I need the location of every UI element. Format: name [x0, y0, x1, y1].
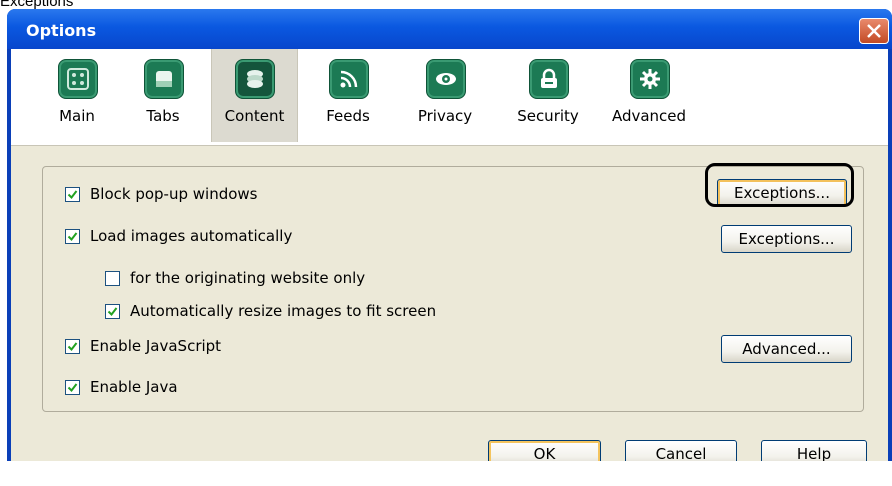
lock-icon — [529, 59, 569, 99]
block-popups-option[interactable]: Block pop-up windows — [65, 183, 258, 205]
tab-main[interactable]: Main — [45, 49, 109, 142]
enable-java-checkbox[interactable] — [65, 379, 80, 395]
originating-site-checkbox[interactable] — [105, 270, 120, 286]
enable-javascript-label: Enable JavaScript — [90, 337, 222, 355]
tab-label: Feeds — [326, 107, 370, 125]
category-toolbar: Main Tabs Content Feeds Privacy Security… — [11, 49, 888, 146]
checkmark-icon — [67, 382, 78, 392]
enable-javascript-option[interactable]: Enable JavaScript — [65, 335, 221, 357]
originating-site-option[interactable]: for the originating website only — [105, 267, 365, 289]
javascript-advanced-button[interactable]: Advanced... — [721, 335, 852, 363]
tab-security[interactable]: Security — [505, 49, 591, 142]
tab-label: Content — [224, 107, 285, 125]
privacy-icon — [426, 59, 466, 99]
enable-javascript-checkbox[interactable] — [65, 338, 80, 354]
tab-content[interactable]: Content — [211, 49, 298, 142]
feeds-icon — [329, 59, 369, 99]
enable-java-label: Enable Java — [90, 378, 178, 396]
close-button[interactable] — [859, 18, 889, 44]
load-images-checkbox[interactable] — [65, 228, 80, 244]
block-popups-checkbox[interactable] — [65, 186, 80, 202]
content-icon — [235, 59, 275, 99]
gear-icon — [630, 59, 670, 99]
tab-label: Tabs — [146, 107, 180, 125]
load-images-label: Load images automatically — [90, 227, 293, 245]
enable-java-option[interactable]: Enable Java — [65, 376, 178, 398]
close-icon — [867, 24, 881, 38]
tab-privacy[interactable]: Privacy — [405, 49, 485, 142]
tab-label: Security — [517, 107, 579, 125]
tab-feeds[interactable]: Feeds — [313, 49, 383, 142]
originating-site-label: for the originating website only — [130, 269, 366, 287]
tabs-icon — [144, 59, 184, 99]
resize-images-checkbox[interactable] — [105, 303, 120, 319]
load-images-option[interactable]: Load images automatically — [65, 225, 292, 247]
ok-button[interactable]: OK — [488, 440, 601, 461]
checkmark-icon — [67, 231, 78, 241]
dialog-client-area: Main Tabs Content Feeds Privacy Security… — [11, 49, 888, 461]
checkmark-icon — [67, 189, 78, 199]
block-popups-label: Block pop-up windows — [90, 185, 258, 203]
tab-label: Privacy — [417, 107, 473, 125]
cancel-button[interactable]: Cancel — [625, 440, 737, 461]
checkmark-icon — [107, 306, 118, 316]
tab-tabs[interactable]: Tabs — [131, 49, 195, 142]
window-title: Options — [26, 21, 97, 40]
images-exceptions-button[interactable]: Exceptions... — [721, 225, 852, 253]
checkmark-icon — [67, 341, 78, 351]
callout-highlight — [705, 163, 854, 207]
resize-images-option[interactable]: Automatically resize images to fit scree… — [105, 300, 436, 322]
options-dialog: Options Main Tabs Content Feeds Privacy … — [7, 9, 892, 461]
resize-images-label: Automatically resize images to fit scree… — [130, 302, 437, 320]
tab-label: Main — [59, 107, 95, 125]
tab-label: Advanced — [611, 107, 687, 125]
main-icon — [58, 59, 98, 99]
title-bar[interactable]: Options — [7, 9, 892, 49]
help-button[interactable]: Help — [761, 440, 867, 461]
tab-advanced[interactable]: Advanced — [601, 49, 697, 142]
